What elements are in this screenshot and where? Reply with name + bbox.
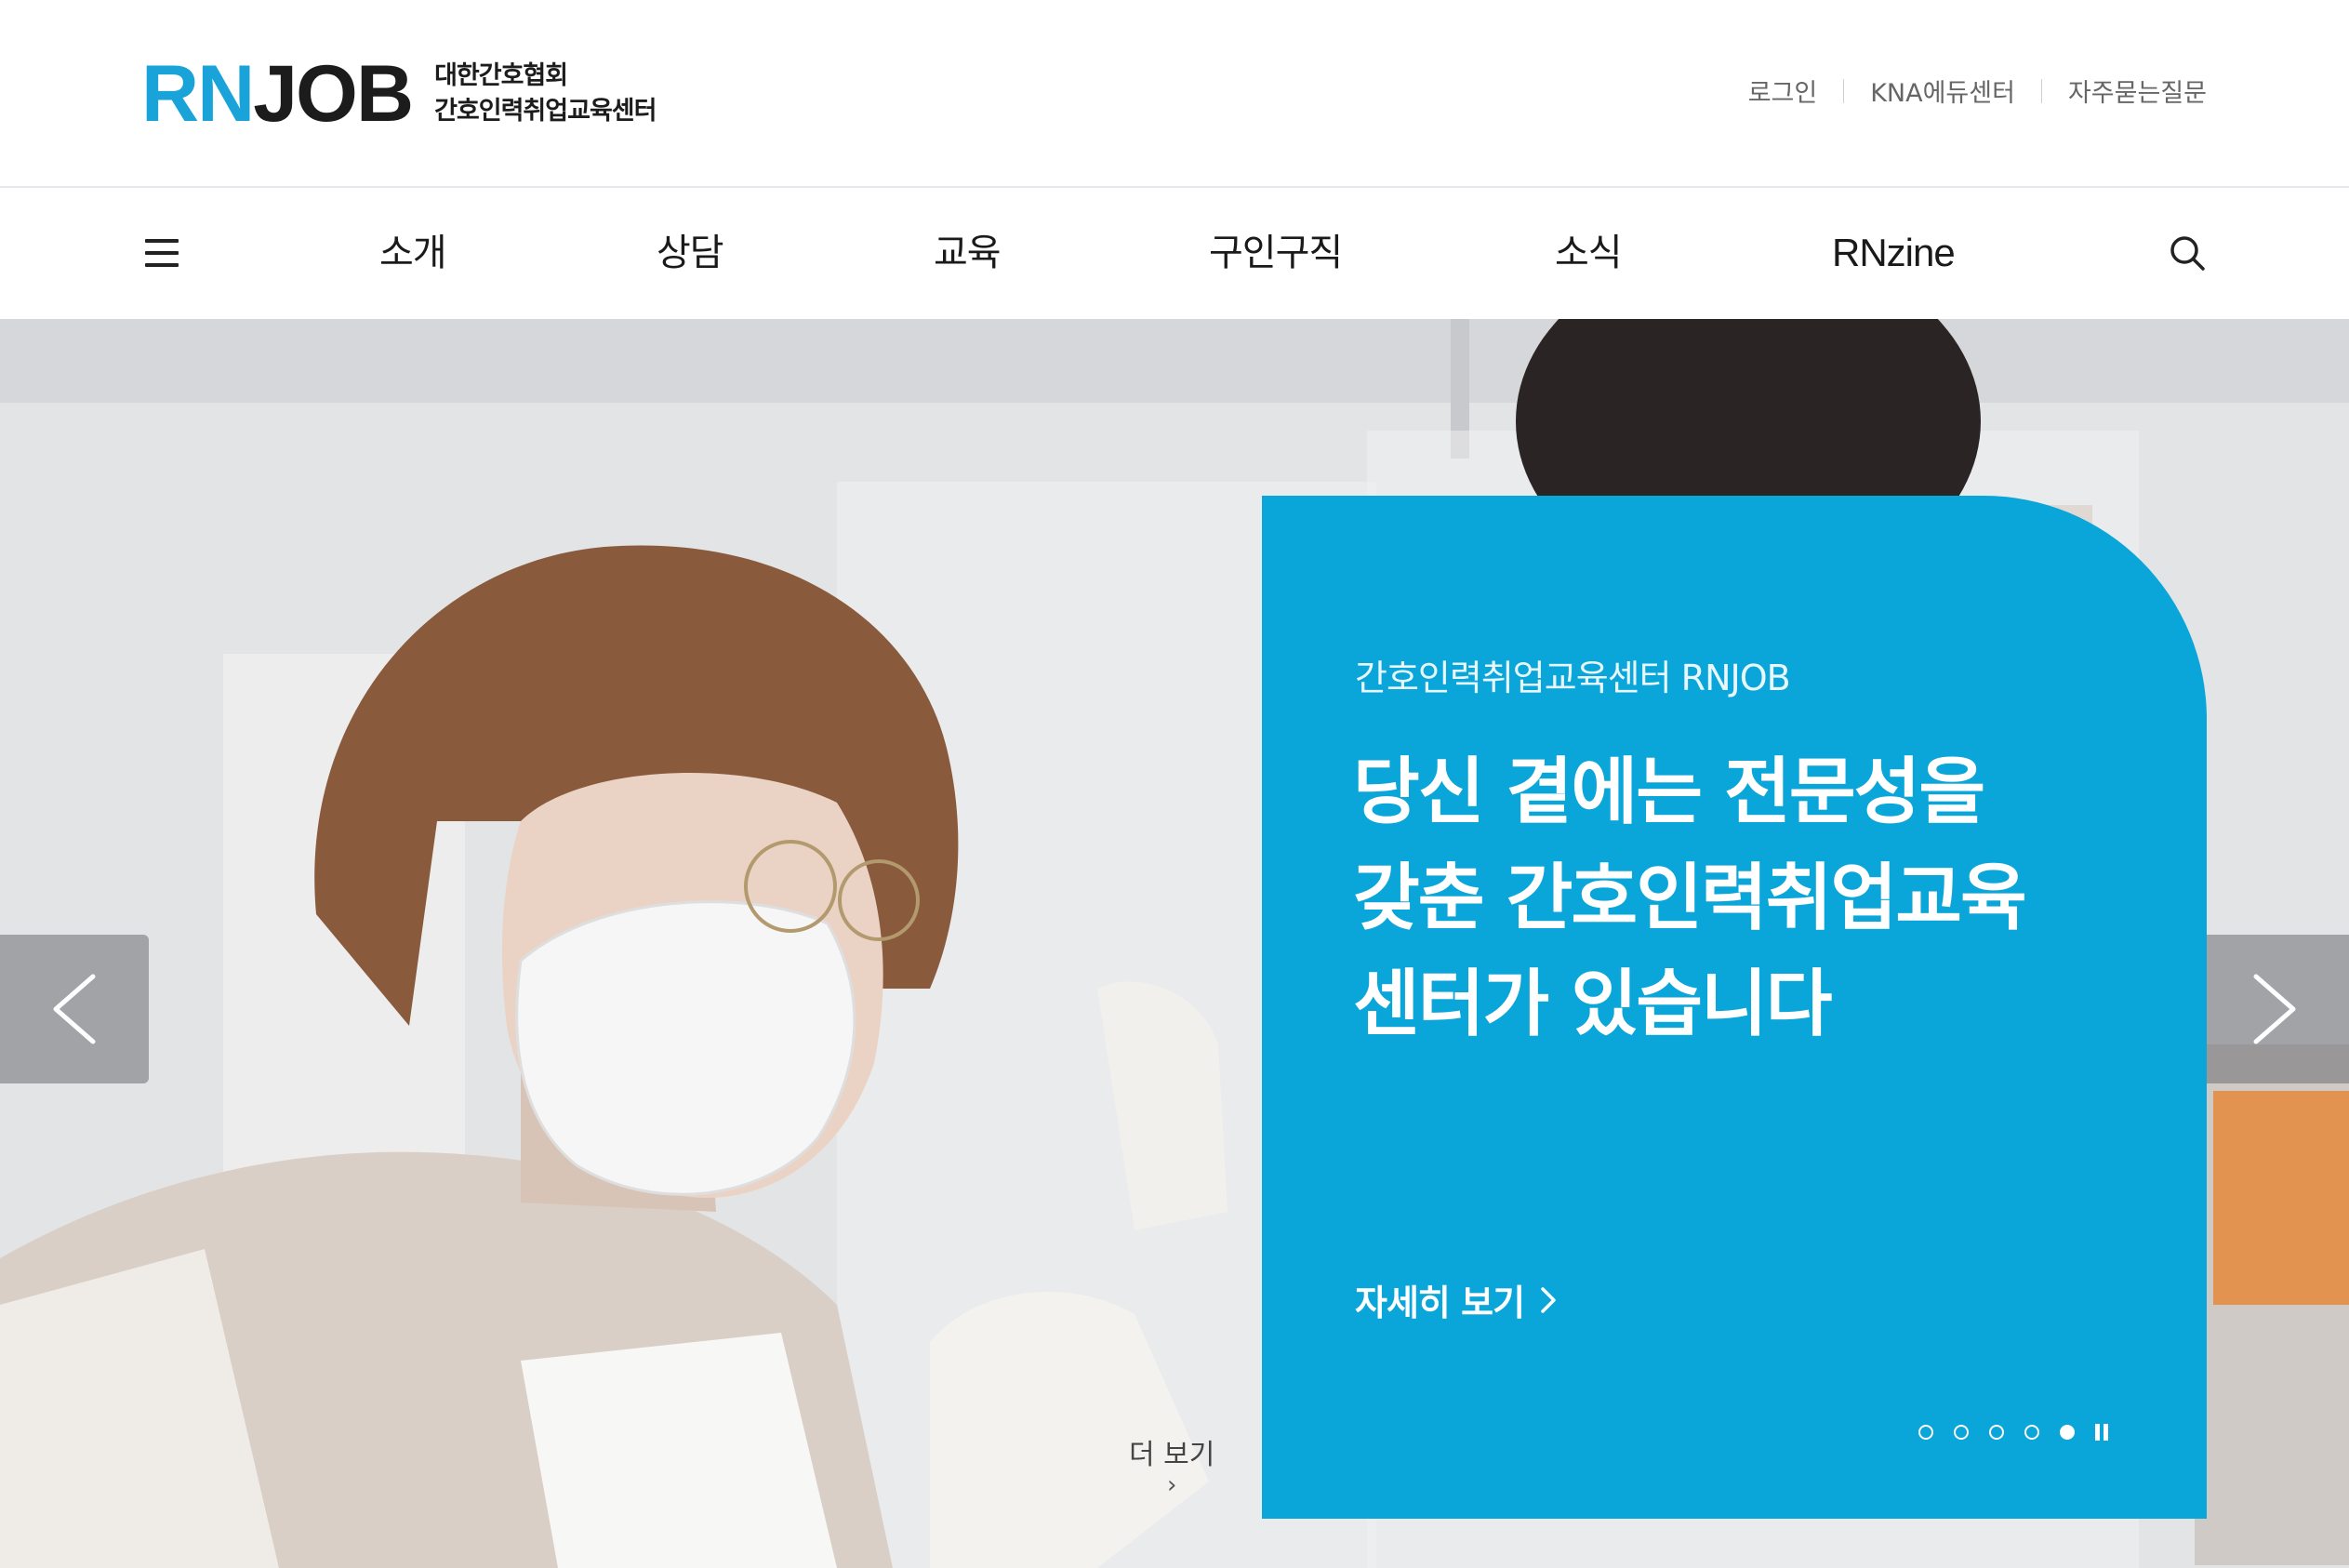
slider-pagination — [1918, 1424, 2108, 1441]
divider — [2040, 78, 2042, 103]
view-details-link[interactable]: 자세히 보기 — [1355, 1274, 1558, 1325]
chevron-left-icon — [53, 974, 96, 1044]
nav-item-news[interactable]: 소식 — [1555, 188, 1623, 318]
slider-dot-1[interactable] — [1918, 1425, 1933, 1440]
logo-subtitle: 대한간호협회 간호인력취업교육센터 — [434, 59, 657, 129]
nav-item-consulting[interactable]: 상담 — [657, 188, 724, 318]
divider — [1843, 78, 1845, 103]
slider-dot-3[interactable] — [1989, 1425, 2004, 1440]
main-navigation: 소개 상담 교육 구인구직 소식 RNzine — [0, 186, 2349, 319]
chevron-right-icon — [2253, 974, 2296, 1044]
logo-rn-text: RN — [141, 49, 255, 139]
logo-subtitle-line2: 간호인력취업교육센터 — [434, 97, 657, 126]
nav-item-rnzine[interactable]: RNzine — [1832, 188, 1956, 318]
login-link[interactable]: 로그인 — [1748, 73, 1818, 109]
utility-nav: 로그인 KNA에듀센터 자주묻는질문 — [1748, 73, 2207, 109]
chevron-down-icon: › — [1166, 1471, 1177, 1499]
hero-kicker: 간호인력취업교육센터 RNJOB — [1355, 658, 1791, 698]
more-label: 더 보기 — [1129, 1439, 1215, 1471]
chevron-right-icon — [1541, 1286, 1556, 1313]
site-logo[interactable]: RN JOB 대한간호협회 간호인력취업교육센터 — [141, 49, 657, 139]
hero-title-line: 갖춘 간호인력취업교육 — [1353, 857, 2027, 940]
nav-item-jobs[interactable]: 구인구직 — [1209, 188, 1343, 318]
slider-dot-4[interactable] — [2024, 1425, 2039, 1440]
hero-card: 간호인력취업교육센터 RNJOB 당신 곁에는 전문성을 갖춘 간호인력취업교육… — [1262, 496, 2207, 1519]
logo-subtitle-line1: 대한간호협회 — [434, 61, 568, 90]
nav-item-education[interactable]: 교육 — [934, 188, 1002, 318]
view-details-label: 자세히 보기 — [1355, 1282, 1525, 1323]
top-bar: RN JOB 대한간호협회 간호인력취업교육센터 로그인 KNA에듀센터 자주묻… — [0, 0, 2349, 186]
faq-link[interactable]: 자주묻는질문 — [2068, 73, 2207, 109]
search-icon[interactable] — [2169, 234, 2206, 272]
slider-dot-2[interactable] — [1954, 1425, 1969, 1440]
slider-dot-5[interactable] — [2060, 1425, 2075, 1440]
scroll-more-button[interactable]: 더 보기 › — [1129, 1431, 1215, 1499]
kna-educenter-link[interactable]: KNA에듀센터 — [1870, 73, 2015, 109]
hero-slider: 더 보기 › 간호인력취업교육센터 RNJOB 당신 곁에는 전문성을 갖춘 간… — [0, 319, 2349, 1568]
logo-job-text: JOB — [253, 49, 414, 139]
hero-title-line: 센터가 있습니다 — [1353, 963, 1832, 1046]
nav-item-intro[interactable]: 소개 — [379, 188, 447, 318]
hero-title: 당신 곁에는 전문성을 갖춘 간호인력취업교육 센터가 있습니다 — [1353, 739, 2027, 1057]
pause-icon[interactable] — [2095, 1424, 2108, 1441]
hamburger-icon[interactable] — [145, 239, 179, 267]
slider-prev-button[interactable] — [0, 935, 149, 1083]
slider-next-button[interactable] — [2200, 935, 2349, 1083]
hero-title-line: 당신 곁에는 전문성을 — [1353, 751, 1985, 834]
